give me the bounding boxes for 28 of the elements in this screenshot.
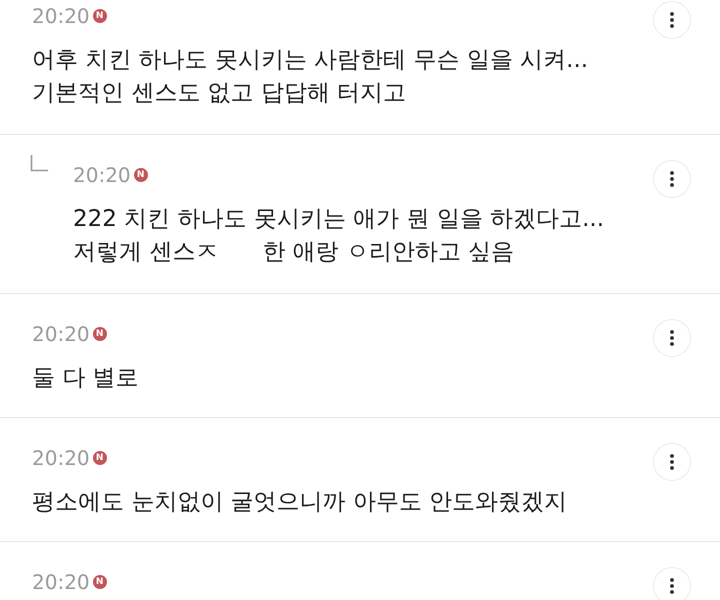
more-button[interactable] <box>653 1 691 39</box>
comment-time: 20:20 <box>32 4 90 28</box>
new-badge: N <box>134 168 148 182</box>
comment-text: 어후 치킨 하나도 못시키는 사람한테 무슨 일을 시켜... <box>32 46 588 75</box>
comment-time: 20:20 <box>32 446 90 470</box>
comment-text: 저렇게 센스ㅈ <box>73 238 218 267</box>
kebab-menu-icon <box>670 330 674 346</box>
kebab-menu-icon <box>670 578 674 594</box>
comment-text: 둘 다 별로 <box>32 364 139 393</box>
more-button[interactable] <box>653 160 691 198</box>
comment-text: 한 애랑 ㅇ리안하고 싶음 <box>262 238 514 267</box>
comment-text: 기본적인 센스도 없고 답답해 터지고 <box>32 79 406 108</box>
kebab-menu-icon <box>670 454 674 470</box>
reply-corner-icon <box>30 155 48 172</box>
more-button[interactable] <box>653 319 691 357</box>
comment-time: 20:20 <box>32 322 90 346</box>
comment-text: 평소에도 눈치없이 굴엇으니까 아무도 안도와줬겠지 <box>32 488 568 517</box>
comment-time: 20:20 <box>32 570 90 594</box>
new-badge: N <box>92 575 107 589</box>
new-badge: N <box>92 9 107 23</box>
comment-time: 20:20 <box>73 163 131 187</box>
comment-text: 222 치킨 하나도 못시키는 애가 뭔 일을 하겠다고... <box>73 205 604 234</box>
kebab-menu-icon <box>670 12 674 28</box>
more-button[interactable] <box>653 567 691 600</box>
kebab-menu-icon <box>670 171 674 187</box>
new-badge: N <box>92 451 107 465</box>
new-badge: N <box>92 327 107 341</box>
more-button[interactable] <box>653 443 691 481</box>
